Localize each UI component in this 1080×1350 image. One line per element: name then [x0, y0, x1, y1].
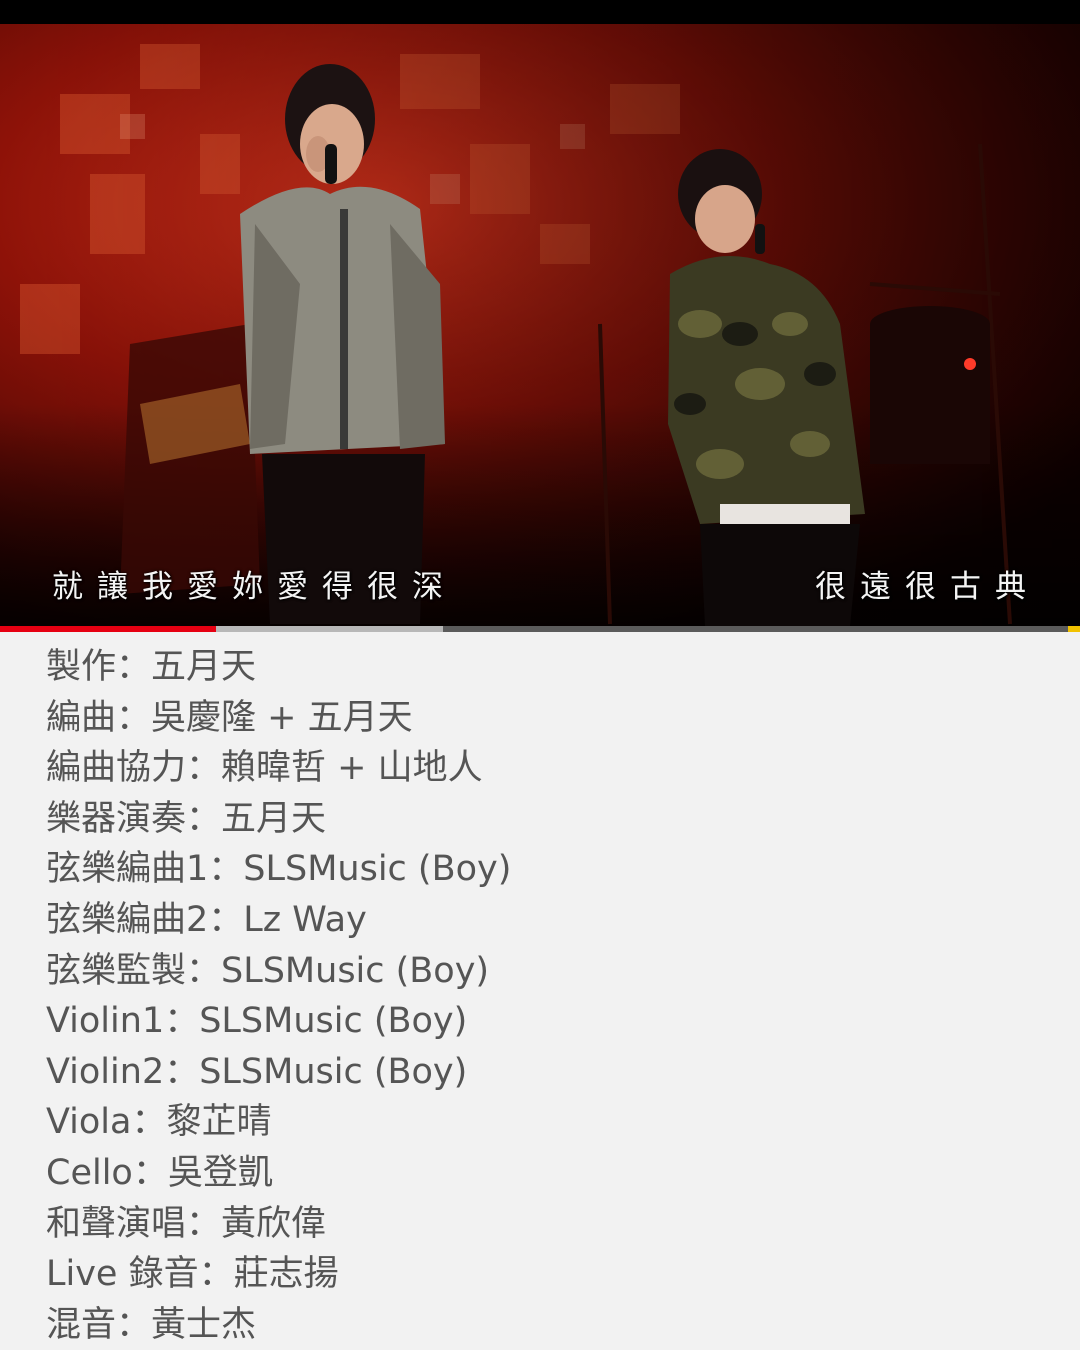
progress-end-marker: [1068, 626, 1080, 632]
credit-line: 製作：五月天: [46, 647, 257, 687]
credit-line: Cello：吳登凱: [46, 1152, 273, 1193]
played-bar: [0, 626, 216, 632]
credit-line: 弦樂監製：SLSMusic (Boy): [46, 950, 490, 991]
credit-line: Viola：黎芷晴: [46, 1102, 272, 1143]
credits-list: 製作：五月天編曲：吳慶隆 + 五月天編曲協力：賴暐哲 + 山地人 樂器演奏：五月天…: [46, 642, 511, 1350]
credit-line: 和聲演唱：黃欣偉: [46, 1203, 327, 1244]
credit-line: 弦樂編曲1：SLSMusic (Boy): [46, 849, 512, 890]
credit-line: Live 錄音：莊志揚: [46, 1254, 339, 1295]
concert-scene: [0, 24, 1080, 626]
credit-line: 樂器演奏：五月天: [46, 798, 327, 839]
credit-line: 編曲：吳慶隆 + 五月天: [46, 697, 413, 738]
video-player[interactable]: 就讓我愛妳愛得很深 很遠很古典: [0, 24, 1080, 626]
credit-line: Violin1：SLSMusic (Boy): [46, 1001, 468, 1042]
credit-line: 編曲協力：賴暐哲 + 山地人: [46, 748, 483, 789]
subtitle-left: 就讓我愛妳愛得很深: [52, 569, 457, 605]
video-progress-bar[interactable]: [0, 626, 1080, 632]
status-bar: [0, 0, 1080, 24]
credit-line: 混音：黃士杰: [46, 1304, 257, 1345]
credit-line: 弦樂編曲2：Lz Way: [46, 899, 367, 940]
credit-line: Violin2：SLSMusic (Boy): [46, 1051, 468, 1092]
subtitle-right: 很遠很古典: [815, 569, 1040, 605]
